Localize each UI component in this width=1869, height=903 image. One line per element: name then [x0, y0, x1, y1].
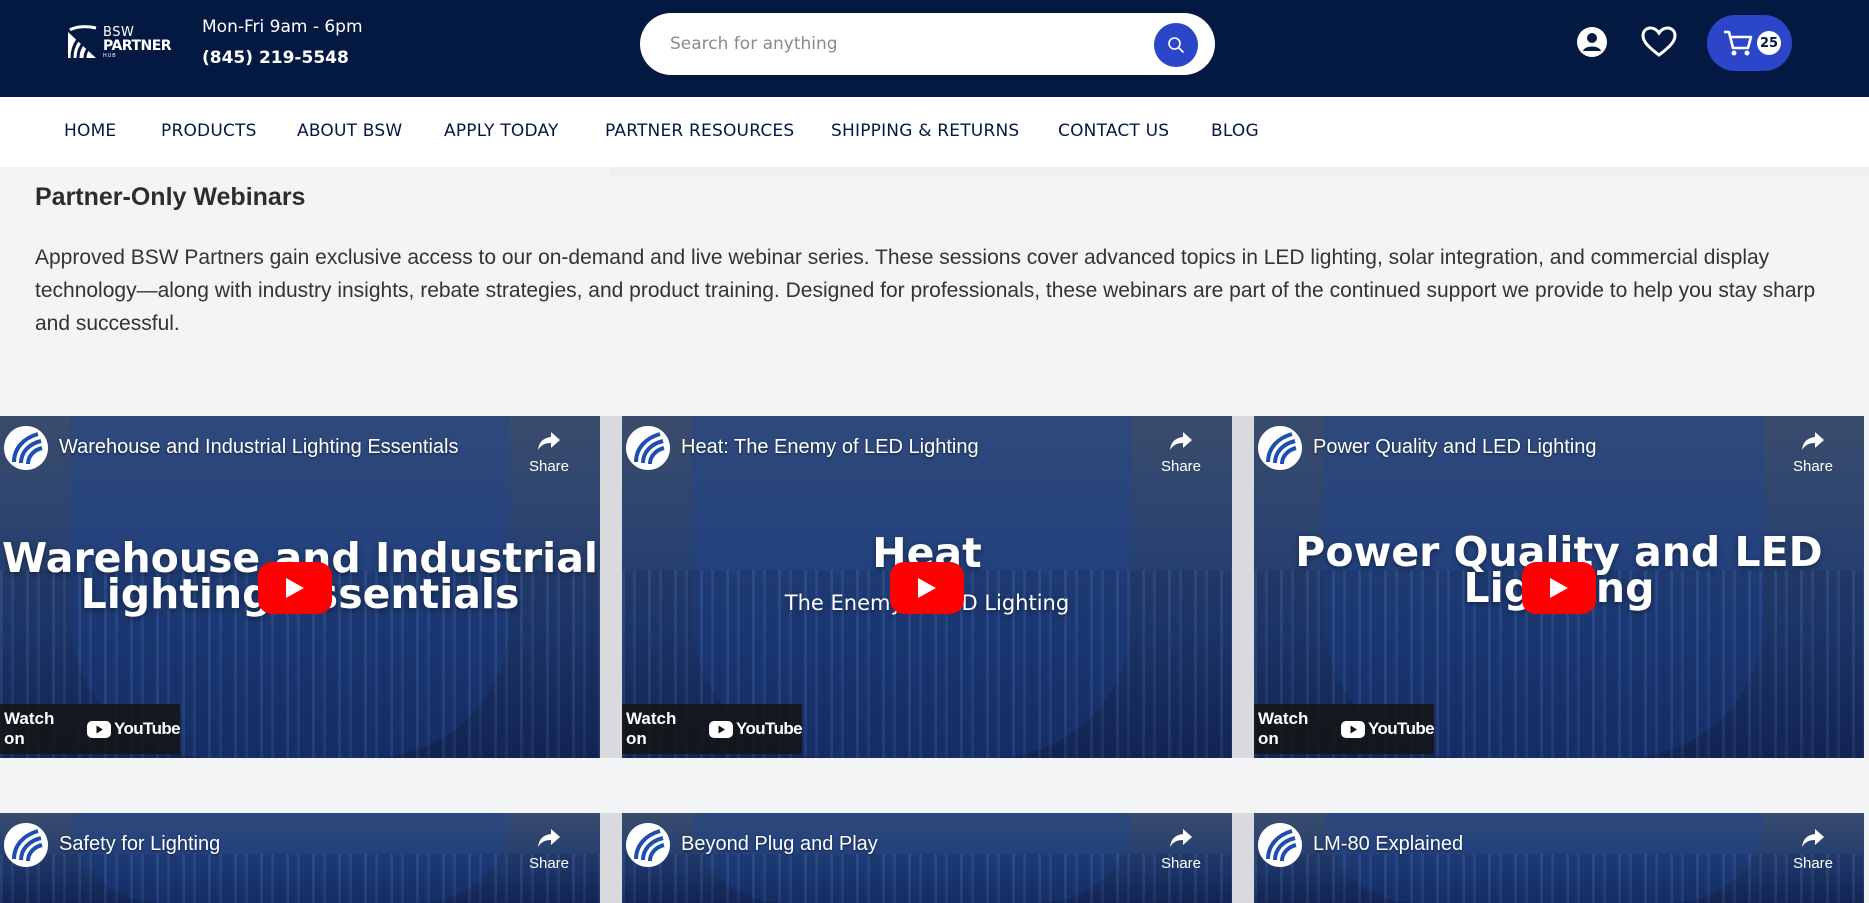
channel-avatar-icon[interactable]	[626, 426, 670, 470]
video-title[interactable]: Warehouse and Industrial Lighting Essent…	[59, 436, 459, 459]
page-description: Approved BSW Partners gain exclusive acc…	[35, 246, 1816, 335]
video-title[interactable]: LM-80 Explained	[1313, 833, 1463, 856]
share-label: Share	[1160, 458, 1202, 475]
youtube-logo-icon: YouTube	[709, 719, 803, 739]
nav-divider	[610, 167, 1869, 177]
channel-avatar-icon[interactable]	[4, 823, 48, 867]
play-icon	[286, 578, 304, 598]
logo-line1: BSW	[103, 24, 135, 40]
play-icon	[1550, 578, 1568, 598]
main-nav: HOME PRODUCTS ABOUT BSW APPLY TODAY PART…	[0, 97, 1869, 167]
watch-on-label: Watch on	[1258, 709, 1309, 748]
cart-button[interactable]: 25	[1707, 15, 1792, 71]
share-icon	[1151, 430, 1211, 454]
logo-line3: HUB	[103, 52, 117, 59]
video-title[interactable]: Safety for Lighting	[59, 833, 220, 856]
video-embed-lm80[interactable]: LM-80 Explained Share	[1254, 813, 1864, 903]
video-embed-safety[interactable]: Safety for Lighting Share	[0, 813, 600, 903]
search-button[interactable]	[1154, 23, 1198, 67]
channel-avatar-icon[interactable]	[1258, 426, 1302, 470]
video-embed-heat[interactable]: Heat: The Enemy of LED Lighting Share He…	[622, 416, 1232, 758]
nav-contact-us[interactable]: CONTACT US	[1058, 121, 1169, 141]
nav-apply-today[interactable]: APPLY TODAY	[444, 121, 559, 141]
play-button[interactable]	[258, 562, 332, 614]
share-button[interactable]: Share	[1783, 430, 1843, 475]
video-gap	[1232, 813, 1254, 903]
video-thumbnail	[1254, 813, 1864, 903]
phone-number[interactable]: (845) 219-5548	[202, 48, 349, 68]
play-button[interactable]	[1522, 562, 1596, 614]
share-icon	[1151, 827, 1211, 851]
nav-shipping-returns[interactable]: SHIPPING & RETURNS	[831, 121, 1019, 141]
nav-home[interactable]: HOME	[64, 121, 116, 141]
video-title[interactable]: Beyond Plug and Play	[681, 833, 878, 856]
search-bar	[640, 13, 1215, 75]
share-label: Share	[1160, 855, 1202, 872]
video-thumbnail	[622, 813, 1232, 903]
video-thumbnail	[0, 813, 600, 903]
play-icon	[918, 578, 936, 598]
watch-on-label: Watch on	[4, 709, 55, 748]
watch-on-youtube-button[interactable]: Watch on YouTube	[622, 704, 803, 754]
share-button[interactable]: Share	[519, 827, 579, 872]
channel-avatar-icon[interactable]	[4, 426, 48, 470]
watch-on-youtube-button[interactable]: Watch on YouTube	[0, 704, 181, 754]
video-embed-warehouse[interactable]: Warehouse and Industrial Lighting Essent…	[0, 416, 600, 758]
share-icon	[1783, 430, 1843, 454]
share-button[interactable]: Share	[1151, 827, 1211, 872]
heart-icon[interactable]	[1641, 26, 1677, 58]
logo-line2: PARTNER	[103, 37, 172, 54]
top-header: BSW PARTNER HUB Mon-Fri 9am - 6pm (845) …	[0, 0, 1869, 97]
search-icon	[1168, 37, 1184, 53]
page-title: Partner-Only Webinars	[35, 183, 306, 211]
channel-avatar-icon[interactable]	[1258, 823, 1302, 867]
nav-partner-resources[interactable]: PARTNER RESOURCES	[605, 121, 794, 141]
share-icon	[1783, 827, 1843, 851]
nav-products[interactable]: PRODUCTS	[161, 121, 257, 141]
bsw-partner-logo[interactable]: BSW PARTNER HUB	[66, 22, 172, 62]
video-title[interactable]: Power Quality and LED Lighting	[1313, 436, 1597, 459]
play-button[interactable]	[890, 562, 964, 614]
video-gap	[600, 813, 622, 903]
video-gap	[1232, 416, 1254, 758]
youtube-logo-icon: YouTube	[87, 719, 181, 739]
share-button[interactable]: Share	[1783, 827, 1843, 872]
cart-count-badge: 25	[1757, 31, 1781, 55]
youtube-logo-icon: YouTube	[1341, 719, 1435, 739]
share-icon	[519, 430, 579, 454]
nav-blog[interactable]: BLOG	[1211, 121, 1259, 141]
search-input[interactable]	[670, 29, 1140, 59]
channel-avatar-icon[interactable]	[626, 823, 670, 867]
watch-on-label: Watch on	[626, 709, 677, 748]
share-button[interactable]: Share	[519, 430, 579, 475]
cart-icon	[1724, 30, 1753, 56]
nav-about-bsw[interactable]: ABOUT BSW	[297, 121, 402, 141]
share-label: Share	[528, 458, 570, 475]
share-button[interactable]: Share	[1151, 430, 1211, 475]
share-label: Share	[528, 855, 570, 872]
share-icon	[519, 827, 579, 851]
video-gap	[600, 416, 622, 758]
share-label: Share	[1792, 855, 1834, 872]
business-hours: Mon-Fri 9am - 6pm	[202, 17, 363, 37]
share-label: Share	[1792, 458, 1834, 475]
video-embed-beyond-plug-and-play[interactable]: Beyond Plug and Play Share	[622, 813, 1232, 903]
watch-on-youtube-button[interactable]: Watch on YouTube	[1254, 704, 1435, 754]
video-embed-power-quality[interactable]: Power Quality and LED Lighting Share Pow…	[1254, 416, 1864, 758]
account-icon[interactable]	[1576, 26, 1608, 58]
bsw-logo-icon	[66, 24, 100, 60]
video-title[interactable]: Heat: The Enemy of LED Lighting	[681, 436, 979, 459]
